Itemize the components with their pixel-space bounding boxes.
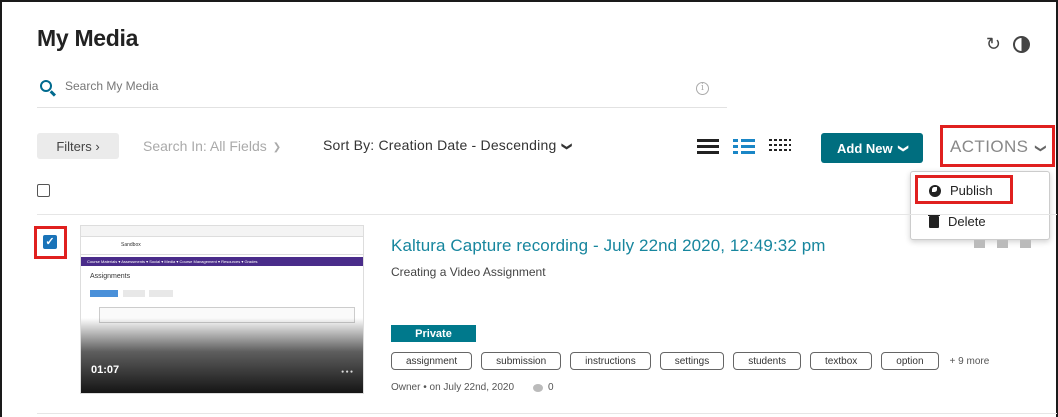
tag-chip[interactable]: textbox (810, 352, 873, 370)
thumbnail-browser-tabs (81, 226, 363, 237)
search-in-label: Search In: All Fields (143, 138, 267, 154)
contrast-icon[interactable] (1013, 36, 1030, 53)
add-new-label: Add New (836, 140, 893, 156)
tag-chip[interactable]: submission (481, 352, 562, 370)
row-actions (974, 240, 1031, 248)
thumbnail-button (90, 290, 118, 297)
chevron-down-icon: ❯ (272, 142, 282, 153)
media-thumbnail[interactable]: Sandbox Course Materials ▾ Assessments ▾… (80, 225, 364, 394)
tag-list: assignment submission instructions setti… (391, 352, 989, 370)
view-switcher (697, 139, 791, 155)
thumbnail-button (149, 290, 173, 297)
menu-item-label: Delete (948, 214, 986, 229)
owner-date: Owner • on July 22nd, 2020 (391, 382, 515, 393)
detailed-view-icon[interactable] (733, 139, 755, 155)
trash-icon (928, 213, 940, 228)
comment-count: 0 (548, 382, 554, 393)
stats-icon[interactable] (974, 240, 985, 248)
edit-icon[interactable] (997, 240, 1008, 248)
info-icon[interactable]: i (696, 82, 709, 95)
privacy-badge: Private (391, 325, 476, 342)
media-title-link[interactable]: Kaltura Capture recording - July 22nd 20… (391, 236, 826, 256)
thumbnail-gradient (81, 318, 363, 393)
thumbnail-button (123, 290, 145, 297)
thumbnail-nav-text: Course Materials ▾ Assessments ▾ Social … (87, 259, 258, 264)
thumbnail-nav-bar: Course Materials ▾ Assessments ▾ Social … (81, 257, 363, 266)
select-all-checkbox[interactable] (37, 184, 50, 197)
media-description: Creating a Video Assignment (391, 265, 546, 279)
divider (37, 214, 1057, 215)
owner-line: Owner • on July 22nd, 2020 0 (391, 382, 554, 393)
search-bar: i (37, 72, 727, 108)
compact-view-icon[interactable] (769, 139, 791, 155)
comment-icon (533, 383, 544, 392)
list-view-icon[interactable] (697, 139, 719, 155)
search-input[interactable] (65, 79, 465, 93)
sort-by-label: Sort By: Creation Date - Descending (323, 137, 557, 153)
tag-chip[interactable]: students (733, 352, 802, 370)
top-icons: ↻ (986, 34, 1030, 55)
chevron-down-icon: ❯ (561, 142, 573, 151)
thumbnail-site-header: Sandbox (81, 237, 363, 255)
filters-button[interactable]: Filters › (37, 133, 119, 159)
sort-by-dropdown[interactable]: Sort By: Creation Date - Descending ❯ (323, 137, 573, 153)
thumbnail-heading: Assignments (90, 273, 131, 280)
thumbnail-watermark: ● ● ● (341, 369, 353, 375)
tag-chip[interactable]: settings (659, 352, 725, 370)
page-title: My Media (37, 25, 139, 51)
search-icon (40, 80, 52, 92)
row-checkbox[interactable]: ✓ (43, 235, 57, 249)
refresh-icon[interactable]: ↻ (986, 34, 1001, 55)
tag-chip[interactable]: assignment (391, 352, 473, 370)
tag-chip[interactable]: option (881, 352, 939, 370)
actions-button[interactable]: ACTIONS ❯ (950, 137, 1047, 157)
chevron-down-icon: ❯ (897, 143, 909, 153)
search-in-dropdown[interactable]: Search In: All Fields ❯ (143, 138, 281, 154)
chevron-down-icon: ❯ (1034, 143, 1047, 154)
add-new-button[interactable]: Add New ❯ (821, 133, 923, 163)
filters-label: Filters › (56, 138, 100, 154)
thumbnail-site-name: Sandbox (121, 242, 141, 248)
publish-highlight (915, 175, 1013, 204)
tag-chip[interactable]: instructions (570, 352, 651, 370)
more-tags-link[interactable]: + 9 more (950, 356, 990, 367)
menu-item-delete[interactable]: Delete (928, 213, 986, 229)
actions-label: ACTIONS (950, 137, 1029, 156)
delete-icon[interactable] (1020, 240, 1031, 248)
duration-badge: 01:07 (91, 364, 120, 376)
divider (37, 413, 1057, 414)
